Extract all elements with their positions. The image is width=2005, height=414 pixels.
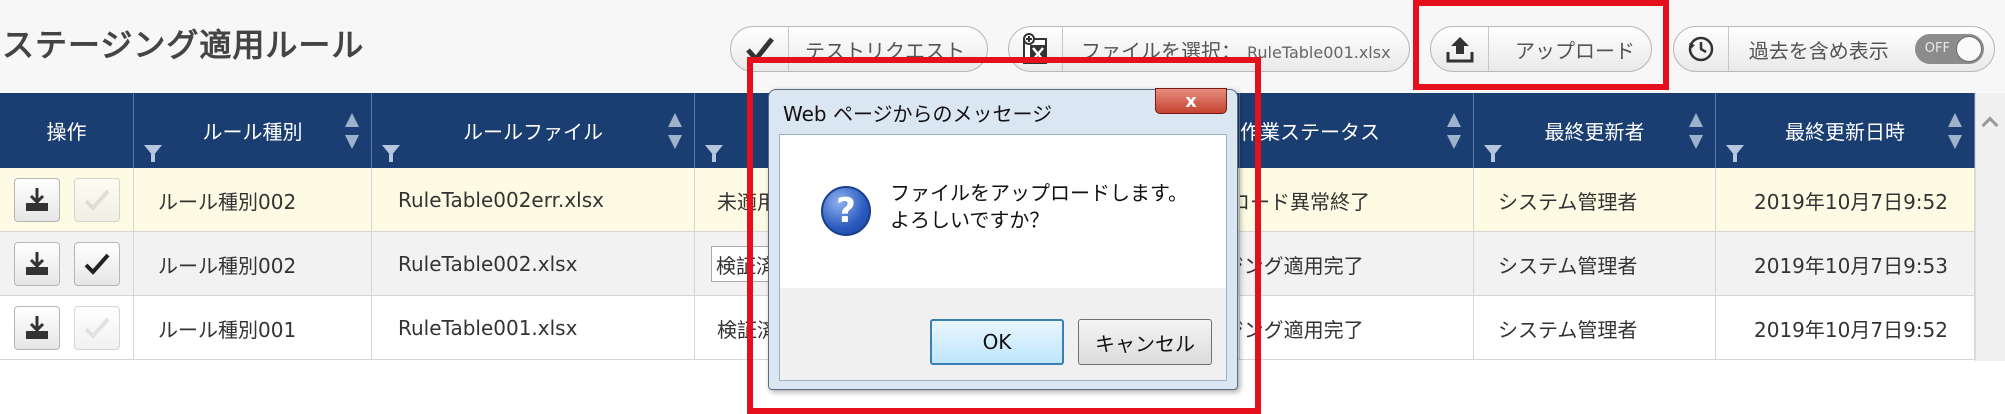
toggle-knob [1956, 36, 1982, 62]
column-header-label: ルール種別 [202, 120, 303, 144]
filter-icon[interactable] [382, 145, 400, 162]
updated-by-cell: システム管理者 [1474, 232, 1716, 296]
filter-icon[interactable] [705, 145, 723, 162]
work-status-cell: ステージング適用完了 [1240, 296, 1474, 360]
vertical-scrollbar[interactable] [1975, 93, 2005, 361]
updated-at-cell: 2019年10月7日9:53 [1716, 232, 1975, 296]
sort-icon[interactable] [345, 113, 359, 149]
apply-button[interactable] [74, 242, 120, 286]
rule-file-cell: RuleTable001.xlsx [372, 296, 695, 360]
selected-file-name: RuleTable001.xlsx [1247, 42, 1391, 62]
history-clock-icon [1674, 27, 1729, 71]
action-cell [0, 168, 134, 232]
rule-file-cell: RuleTable002err.xlsx [372, 168, 695, 232]
action-cell [0, 296, 134, 360]
rule-file-cell: RuleTable002.xlsx [372, 232, 695, 296]
show-past-toggle-button[interactable]: 過去を含め表示 OFF [1673, 26, 1995, 72]
column-header-action: 操作 [0, 93, 134, 168]
sort-icon[interactable] [1689, 113, 1703, 149]
show-past-label: 過去を含め表示 [1748, 38, 1889, 63]
updated-at-cell: 2019年10月7日9:52 [1716, 296, 1975, 360]
show-past-switch[interactable]: OFF [1914, 34, 1984, 64]
sort-icon[interactable] [668, 113, 682, 149]
work-status-cell: ステージング適用完了 [1240, 232, 1474, 296]
sort-icon[interactable] [1447, 113, 1461, 149]
filter-icon[interactable] [1484, 145, 1502, 162]
action-cell [0, 232, 134, 296]
download-button[interactable] [14, 306, 60, 350]
work-status-cell: アップロード異常終了 [1240, 168, 1474, 232]
page-title: ステージング適用ルール [2, 26, 365, 64]
rule-type-cell: ルール種別002 [134, 232, 372, 296]
column-header-rule-type[interactable]: ルール種別 [134, 93, 372, 168]
filter-icon[interactable] [144, 145, 162, 162]
column-header-rule-file[interactable]: ルールファイル [372, 93, 695, 168]
annotation-highlight-upload [1413, 0, 1669, 90]
updated-at-cell: 2019年10月7日9:52 [1716, 168, 1975, 232]
column-header-work-status[interactable]: 作業ステータス [1240, 93, 1474, 168]
download-button[interactable] [14, 242, 60, 286]
column-header-label: 操作 [46, 120, 87, 144]
filter-icon[interactable] [1726, 145, 1744, 162]
rule-type-cell: ルール種別001 [134, 296, 372, 360]
column-header-updated-by[interactable]: 最終更新者 [1474, 93, 1716, 168]
updated-by-cell: システム管理者 [1474, 296, 1716, 360]
download-button[interactable] [14, 178, 60, 222]
updated-by-cell: システム管理者 [1474, 168, 1716, 232]
scroll-up-icon[interactable] [1981, 116, 1999, 134]
column-header-label: ルールファイル [463, 120, 603, 144]
apply-button[interactable] [74, 178, 120, 222]
rule-type-cell: ルール種別002 [134, 168, 372, 232]
toggle-state-label: OFF [1924, 41, 1950, 56]
annotation-highlight-dialog [747, 57, 1261, 414]
apply-button[interactable] [74, 306, 120, 350]
column-header-label: 作業ステータス [1240, 120, 1380, 144]
column-header-updated-at[interactable]: 最終更新日時 [1716, 93, 1975, 168]
sort-icon[interactable] [1948, 113, 1962, 149]
column-header-label: 最終更新者 [1544, 120, 1645, 144]
column-header-label: 最終更新日時 [1785, 120, 1905, 144]
